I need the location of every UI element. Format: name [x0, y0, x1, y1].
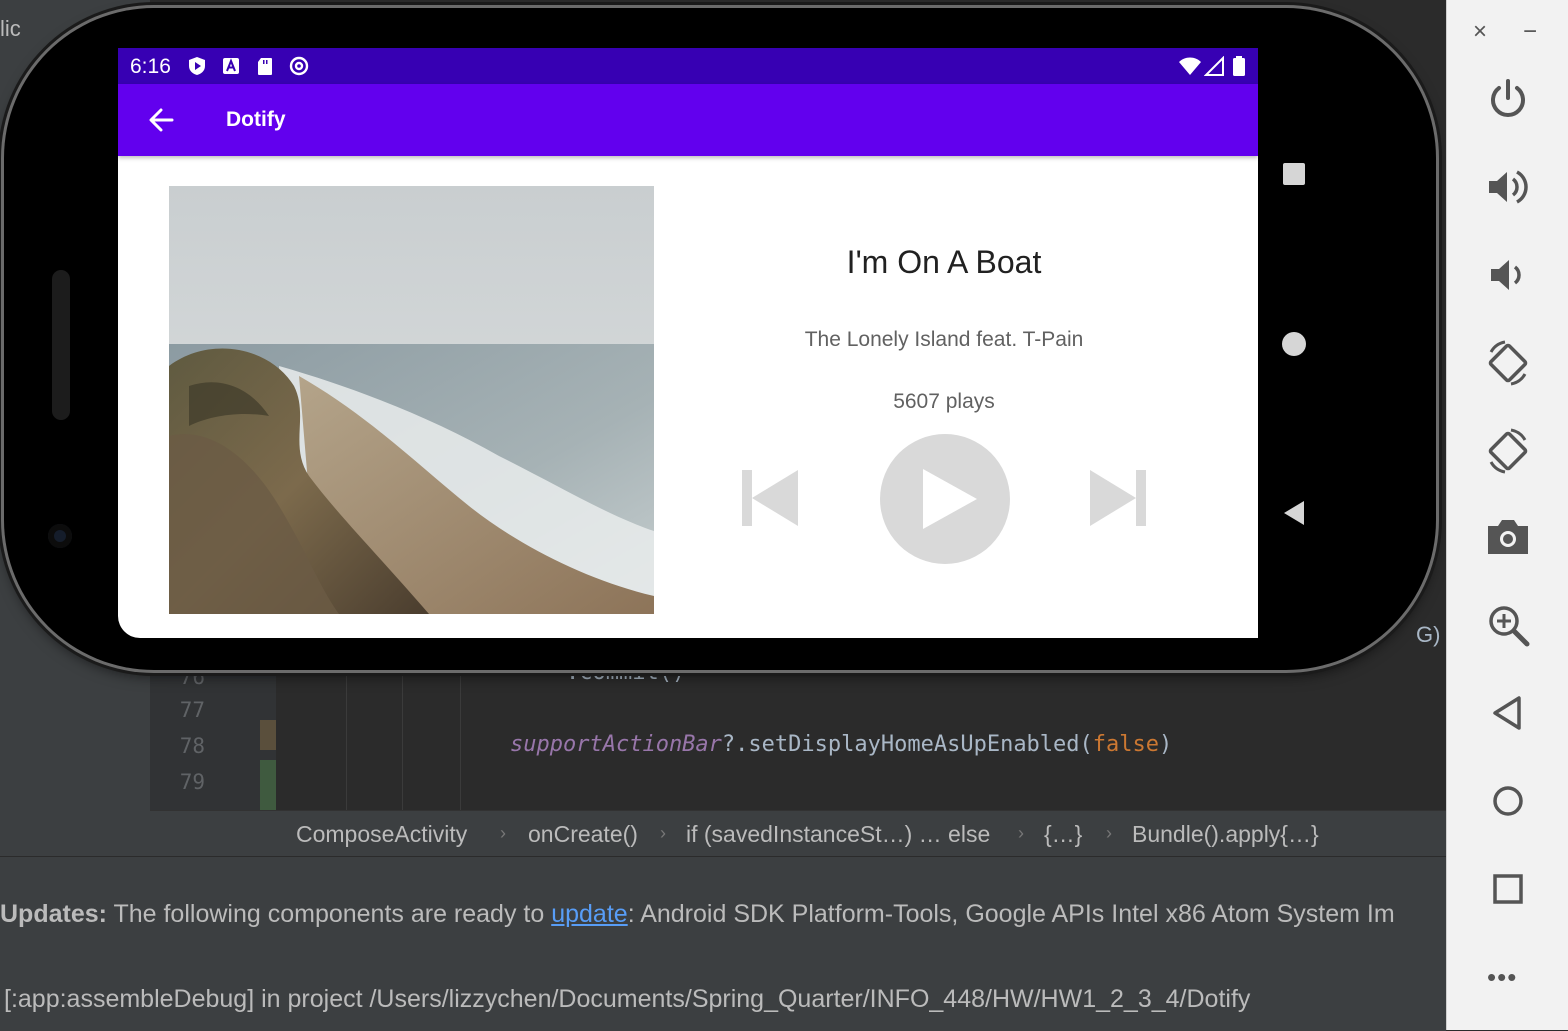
sd-card-icon — [258, 58, 272, 75]
play-protect-icon — [189, 57, 205, 75]
breadcrumb-item[interactable]: {…} — [1044, 821, 1082, 848]
breadcrumb-separator: › — [1018, 823, 1024, 843]
line-number: 79 — [179, 770, 205, 794]
vcs-change-markers — [260, 660, 276, 810]
vcs-added-marker — [260, 760, 276, 810]
back-icon[interactable] — [1483, 688, 1533, 738]
breadcrumb-item[interactable]: Bundle().apply{…} — [1132, 821, 1319, 848]
breadcrumb-item[interactable]: if (savedInstanceSt…) … else — [686, 821, 990, 848]
breadcrumb-separator: › — [500, 823, 506, 843]
breadcrumb-item[interactable]: onCreate() — [528, 821, 638, 848]
indent-guide — [402, 660, 403, 810]
power-icon[interactable] — [1483, 74, 1533, 124]
play-count: 5607 plays — [893, 390, 995, 413]
overview-icon[interactable] — [1483, 864, 1533, 914]
status-bar: 6:16 — [118, 48, 1258, 84]
arrow-back-icon[interactable] — [140, 98, 184, 142]
code-property: supportActionBar — [510, 732, 722, 757]
breadcrumb-item[interactable]: ComposeActivity — [296, 821, 467, 848]
code-right-fragment: G) — [1416, 622, 1441, 647]
song-artist: The Lonely Island feat. T-Pain — [804, 328, 1084, 351]
speaker-grille — [52, 270, 70, 420]
code-call: ?.setDisplayHomeAsUpEnabled( — [721, 732, 1093, 757]
code-line-78: supportActionBar?.setDisplayHomeAsUpEnab… — [510, 732, 1172, 757]
notification-label: Updates: — [0, 900, 107, 928]
code-close: ) — [1159, 732, 1173, 757]
skip-next-icon[interactable] — [1088, 468, 1148, 528]
more-icon[interactable]: ••• — [1487, 962, 1517, 993]
emulator-toolbar: × − ••• — [1446, 0, 1568, 1030]
breadcrumb-separator: › — [660, 823, 666, 843]
home-circle-icon[interactable] — [1281, 331, 1307, 357]
zoom-icon[interactable] — [1483, 600, 1533, 650]
indent-guide — [346, 660, 347, 810]
skip-previous-icon[interactable] — [740, 468, 800, 528]
build-log-line: [:app:assembleDebug] in project /Users/l… — [4, 985, 1251, 1013]
vcs-modified-marker — [260, 720, 276, 750]
cell-signal-icon — [1204, 56, 1224, 76]
home-icon[interactable] — [1483, 776, 1533, 826]
line-number: 78 — [179, 734, 205, 758]
breadcrumb: ComposeActivity › onCreate() › if (saved… — [150, 810, 1446, 857]
song-title: I'm On A Boat — [846, 244, 1042, 280]
close-window-button[interactable]: × — [1473, 18, 1487, 46]
minimize-window-button[interactable]: − — [1523, 18, 1537, 46]
update-notification: Updates: The following components are re… — [0, 900, 1395, 929]
volume-down-icon[interactable] — [1483, 250, 1533, 300]
front-camera — [48, 524, 72, 548]
line-number: 77 — [179, 698, 205, 722]
rotate-left-icon[interactable] — [1483, 338, 1533, 388]
wifi-icon — [1179, 57, 1201, 75]
rotate-right-icon[interactable] — [1483, 426, 1533, 476]
update-link[interactable]: update — [551, 900, 627, 928]
battery-icon — [1233, 56, 1245, 76]
android-nav-bar — [1258, 48, 1328, 638]
breadcrumb-separator: › — [1106, 823, 1112, 843]
volume-up-icon[interactable] — [1483, 162, 1533, 212]
code-keyword: false — [1092, 732, 1160, 757]
status-time: 6:16 — [130, 55, 171, 78]
at-sign-icon — [289, 56, 309, 76]
device-screen[interactable]: 6:16 Dotify I'm On A Boat The Lonely Isl… — [118, 48, 1258, 638]
back-triangle-icon[interactable] — [1282, 500, 1306, 526]
accessibility-a-icon — [223, 58, 239, 74]
play-icon[interactable] — [879, 433, 1011, 565]
app-bar: Dotify — [118, 84, 1258, 156]
album-cover-image — [169, 186, 654, 614]
indent-guide — [460, 660, 461, 810]
ide-top-fragment: lic — [0, 16, 21, 41]
camera-icon[interactable] — [1483, 512, 1533, 562]
notification-text-tail: : Android SDK Platform-Tools, Google API… — [627, 900, 1395, 928]
app-title: Dotify — [226, 108, 286, 131]
notification-text: The following components are ready to — [106, 900, 552, 928]
recents-square-icon[interactable] — [1282, 162, 1306, 186]
